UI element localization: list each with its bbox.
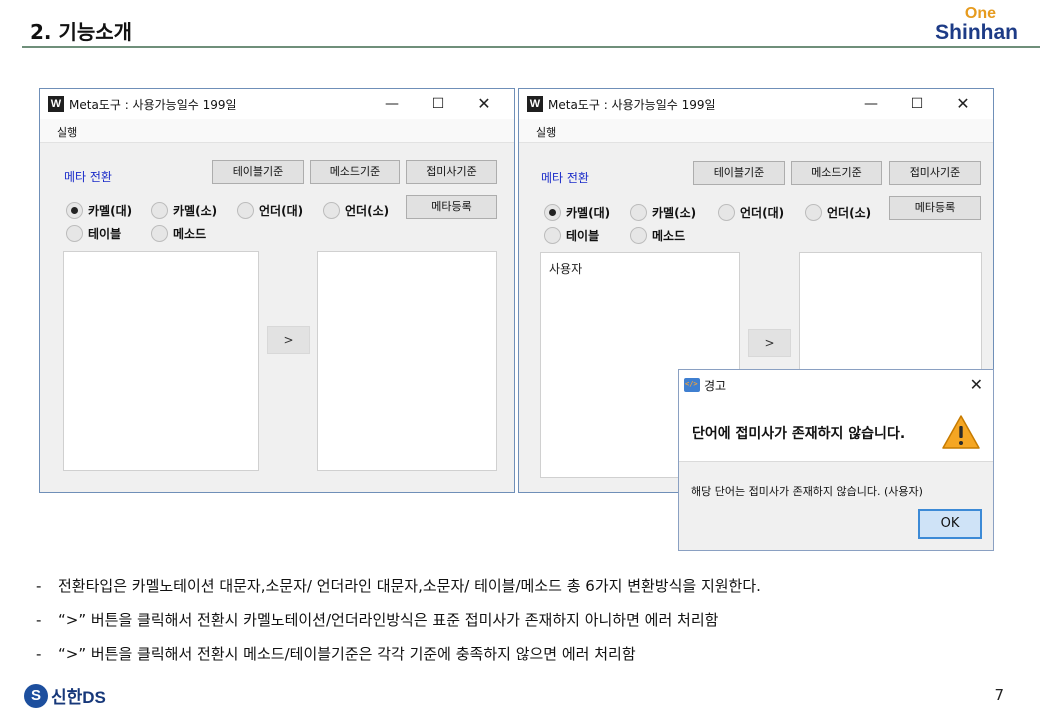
input-text: 사용자 bbox=[549, 262, 583, 276]
bullet-text: 전환타입은 카멜노테이션 대문자,소문자/ 언더라인 대문자,소문자/ 테이블/… bbox=[58, 577, 761, 595]
table-basis-button[interactable]: 테이블기준 bbox=[212, 160, 304, 184]
shinhan-ds-text: 신한DS bbox=[51, 688, 106, 707]
output-textbox[interactable] bbox=[317, 251, 497, 471]
slide-title: 2. 기능소개 bbox=[30, 20, 133, 44]
radio-indicator bbox=[237, 202, 254, 219]
radio-label: 카멜(대) bbox=[566, 206, 611, 220]
page-number: 7 bbox=[994, 686, 1004, 704]
input-textbox[interactable] bbox=[63, 251, 259, 471]
radio-label: 테이블 bbox=[566, 229, 600, 243]
radio-label: 언더(대) bbox=[740, 206, 785, 220]
radio-label: 언더(대) bbox=[259, 204, 304, 218]
radio-table[interactable]: 테이블 bbox=[544, 227, 599, 244]
dialog-detail-text: 해당 단어는 접미사가 존재하지 않습니다. (사용자) bbox=[691, 485, 923, 498]
bullet-dash: - bbox=[36, 611, 42, 629]
radio-label: 카멜(소) bbox=[652, 206, 697, 220]
radio-indicator bbox=[323, 202, 340, 219]
radio-indicator bbox=[630, 227, 647, 244]
radio-under-upper[interactable]: 언더(대) bbox=[718, 204, 784, 221]
convert-arrow-button[interactable]: > bbox=[267, 326, 310, 354]
dialog-close-button[interactable]: ✕ bbox=[970, 375, 983, 394]
feature-bullet-list: - 전환타입은 카멜노테이션 대문자,소문자/ 언더라인 대문자,소문자/ 테이블… bbox=[36, 575, 761, 677]
title-divider bbox=[22, 46, 1040, 48]
shinhan-ds-logo: S 신한DS bbox=[24, 683, 106, 708]
one-shinhan-logo: One Shinhan bbox=[935, 5, 1018, 44]
radio-indicator-selected bbox=[544, 204, 561, 221]
minimize-button[interactable]: — bbox=[857, 93, 885, 115]
radio-label: 언더(소) bbox=[827, 206, 872, 220]
bullet-dash: - bbox=[36, 577, 42, 595]
warning-dialog: 경고 ✕ 단어에 접미사가 존재하지 않습니다. 해당 단어는 접미사가 존재하… bbox=[678, 369, 994, 551]
radio-method[interactable]: 메소드 bbox=[151, 225, 206, 242]
table-basis-button[interactable]: 테이블기준 bbox=[693, 161, 785, 185]
radio-camel-lower[interactable]: 카멜(소) bbox=[630, 204, 696, 221]
register-meta-button[interactable]: 메타등록 bbox=[406, 195, 497, 219]
warning-icon bbox=[942, 415, 980, 449]
convert-arrow-button[interactable]: > bbox=[748, 329, 791, 357]
radio-label: 카멜(소) bbox=[173, 204, 218, 218]
radio-indicator bbox=[66, 225, 83, 242]
logo-one-text: One bbox=[964, 5, 996, 22]
radio-indicator bbox=[805, 204, 822, 221]
register-meta-button[interactable]: 메타등록 bbox=[889, 196, 981, 220]
radio-indicator bbox=[544, 227, 561, 244]
code-app-icon bbox=[684, 378, 700, 392]
bullet-text: “>” 버튼을 클릭해서 전환시 카멜노테이션/언더라인방식은 표준 접미사가 … bbox=[58, 611, 719, 629]
radio-label: 테이블 bbox=[88, 227, 122, 241]
minimize-button[interactable]: — bbox=[378, 93, 406, 115]
suffix-basis-button[interactable]: 접미사기준 bbox=[889, 161, 981, 185]
radio-label: 메소드 bbox=[652, 229, 686, 243]
radio-indicator bbox=[151, 202, 168, 219]
window-titlebar[interactable]: W Meta도구 : 사용가능일수 199일 — ☐ ✕ bbox=[40, 89, 514, 119]
bullet-text: “>” 버튼을 클릭해서 전환시 메소드/테이블기준은 각각 기준에 충족하지 … bbox=[58, 645, 636, 663]
radio-under-lower[interactable]: 언더(소) bbox=[805, 204, 871, 221]
radio-label: 메소드 bbox=[173, 227, 207, 241]
bullet-dash: - bbox=[36, 645, 42, 663]
radio-method[interactable]: 메소드 bbox=[630, 227, 685, 244]
logo-shinhan-text: Shinhan bbox=[935, 21, 1018, 44]
maximize-button[interactable]: ☐ bbox=[424, 93, 452, 115]
dialog-title: 경고 bbox=[704, 379, 727, 393]
bullet-item: - “>” 버튼을 클릭해서 전환시 메소드/테이블기준은 각각 기준에 충족하지… bbox=[36, 643, 761, 677]
dialog-footer: 해당 단어는 접미사가 존재하지 않습니다. (사용자) OK bbox=[679, 461, 993, 550]
radio-under-lower[interactable]: 언더(소) bbox=[323, 202, 389, 219]
meta-convert-label: 메타 전환 bbox=[64, 170, 112, 184]
radio-camel-upper[interactable]: 카멜(대) bbox=[544, 204, 610, 221]
close-button[interactable]: ✕ bbox=[949, 93, 977, 115]
radio-camel-lower[interactable]: 카멜(소) bbox=[151, 202, 217, 219]
radio-camel-upper[interactable]: 카멜(대) bbox=[66, 202, 132, 219]
suffix-basis-button[interactable]: 접미사기준 bbox=[406, 160, 497, 184]
menu-item-run[interactable]: 실행 bbox=[536, 124, 556, 140]
method-basis-button[interactable]: 메소드기준 bbox=[310, 160, 400, 184]
app-icon: W bbox=[48, 96, 64, 112]
radio-indicator bbox=[630, 204, 647, 221]
menu-item-run[interactable]: 실행 bbox=[57, 124, 77, 140]
app-icon: W bbox=[527, 96, 543, 112]
radio-label: 카멜(대) bbox=[88, 204, 133, 218]
radio-label: 언더(소) bbox=[345, 204, 390, 218]
window-title: Meta도구 : 사용가능일수 199일 bbox=[548, 98, 716, 112]
bullet-item: - “>” 버튼을 클릭해서 전환시 카멜노테이션/언더라인방식은 표준 접미사가… bbox=[36, 609, 761, 643]
radio-indicator-selected bbox=[66, 202, 83, 219]
maximize-button[interactable]: ☐ bbox=[903, 93, 931, 115]
method-basis-button[interactable]: 메소드기준 bbox=[791, 161, 882, 185]
menu-bar: 실행 bbox=[40, 119, 514, 143]
radio-under-upper[interactable]: 언더(대) bbox=[237, 202, 303, 219]
close-button[interactable]: ✕ bbox=[470, 93, 498, 115]
menu-bar: 실행 bbox=[519, 119, 993, 143]
shinhan-s-icon: S bbox=[24, 683, 48, 708]
window-titlebar[interactable]: W Meta도구 : 사용가능일수 199일 — ☐ ✕ bbox=[519, 89, 993, 119]
dialog-titlebar[interactable]: 경고 ✕ bbox=[679, 370, 993, 400]
meta-convert-label: 메타 전환 bbox=[541, 171, 589, 185]
dialog-heading: 단어에 접미사가 존재하지 않습니다. bbox=[692, 426, 906, 442]
radio-table[interactable]: 테이블 bbox=[66, 225, 121, 242]
window-title: Meta도구 : 사용가능일수 199일 bbox=[69, 98, 237, 112]
bullet-item: - 전환타입은 카멜노테이션 대문자,소문자/ 언더라인 대문자,소문자/ 테이블… bbox=[36, 575, 761, 609]
radio-indicator bbox=[151, 225, 168, 242]
radio-indicator bbox=[718, 204, 735, 221]
meta-tool-window-left: W Meta도구 : 사용가능일수 199일 — ☐ ✕ 실행 메타 전환 테이… bbox=[39, 88, 515, 493]
ok-button[interactable]: OK bbox=[918, 509, 982, 539]
